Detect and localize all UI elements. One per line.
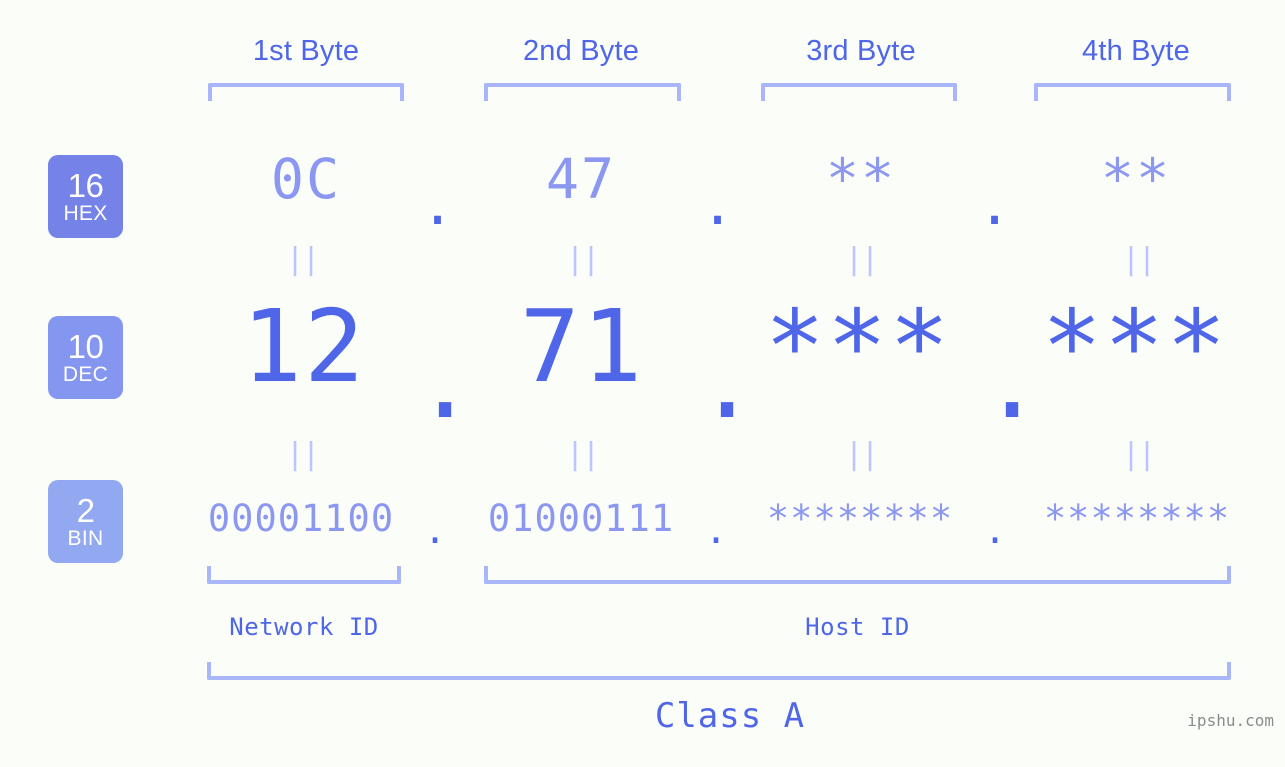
- byte-header-1: 1st Byte: [252, 35, 360, 67]
- bin-separator-1: .: [423, 509, 447, 552]
- base-badge-bin-number: 2: [76, 492, 95, 529]
- equals-hex-dec-2: ||: [566, 242, 600, 277]
- class-label: Class A: [654, 696, 806, 736]
- dec-byte-4: ***: [1041, 288, 1229, 405]
- network-id-label: Network ID: [229, 613, 379, 641]
- hex-byte-3: **: [825, 147, 897, 211]
- base-badge-bin-name: BIN: [67, 527, 104, 550]
- byte-bracket-2: [484, 83, 681, 101]
- dec-byte-2: 71: [519, 288, 645, 405]
- class-bracket: [207, 662, 1231, 680]
- equals-dec-bin-3: ||: [845, 437, 879, 472]
- hex-separator-3: .: [978, 173, 1012, 237]
- byte-bracket-3: [761, 83, 957, 101]
- ip-address-breakdown-figure: 1st Byte 2nd Byte 3rd Byte 4th Byte 16 H…: [0, 0, 1285, 767]
- bin-byte-1: 00001100: [207, 497, 395, 540]
- bin-byte-4: ********: [1043, 497, 1231, 540]
- dec-byte-3: ***: [764, 288, 952, 405]
- equals-dec-bin-4: ||: [1122, 437, 1156, 472]
- host-id-bracket: [484, 566, 1231, 584]
- byte-header-4: 4th Byte: [1082, 35, 1190, 67]
- dec-separator-1: .: [415, 324, 476, 441]
- hex-separator-2: .: [701, 173, 735, 237]
- byte-header-3: 3rd Byte: [806, 35, 916, 67]
- host-id-label: Host ID: [805, 613, 910, 641]
- byte-header-2: 2nd Byte: [522, 35, 640, 67]
- base-badge-hex: 16 HEX: [48, 155, 123, 238]
- equals-dec-bin-2: ||: [566, 437, 600, 472]
- hex-byte-2: 47: [545, 147, 617, 211]
- bin-separator-3: .: [983, 509, 1007, 552]
- bin-byte-3: ********: [766, 497, 954, 540]
- base-badge-hex-name: HEX: [63, 202, 108, 225]
- network-id-bracket: [207, 566, 401, 584]
- base-badge-hex-number: 16: [67, 167, 104, 204]
- base-badge-bin: 2 BIN: [48, 480, 123, 563]
- bin-separator-2: .: [704, 509, 728, 552]
- byte-bracket-4: [1034, 83, 1231, 101]
- dec-byte-1: 12: [241, 288, 367, 405]
- base-badge-dec-name: DEC: [62, 363, 109, 386]
- bin-byte-2: 01000111: [487, 497, 675, 540]
- hex-byte-1: 0C: [270, 147, 342, 211]
- hex-byte-4: **: [1100, 147, 1172, 211]
- equals-hex-dec-3: ||: [845, 242, 879, 277]
- equals-hex-dec-1: ||: [286, 242, 320, 277]
- site-watermark: ipshu.com: [1187, 711, 1274, 730]
- equals-dec-bin-1: ||: [286, 437, 320, 472]
- equals-hex-dec-4: ||: [1122, 242, 1156, 277]
- hex-separator-1: .: [421, 173, 455, 237]
- byte-bracket-1: [208, 83, 404, 101]
- base-badge-dec: 10 DEC: [48, 316, 123, 399]
- base-badge-dec-number: 10: [67, 328, 104, 365]
